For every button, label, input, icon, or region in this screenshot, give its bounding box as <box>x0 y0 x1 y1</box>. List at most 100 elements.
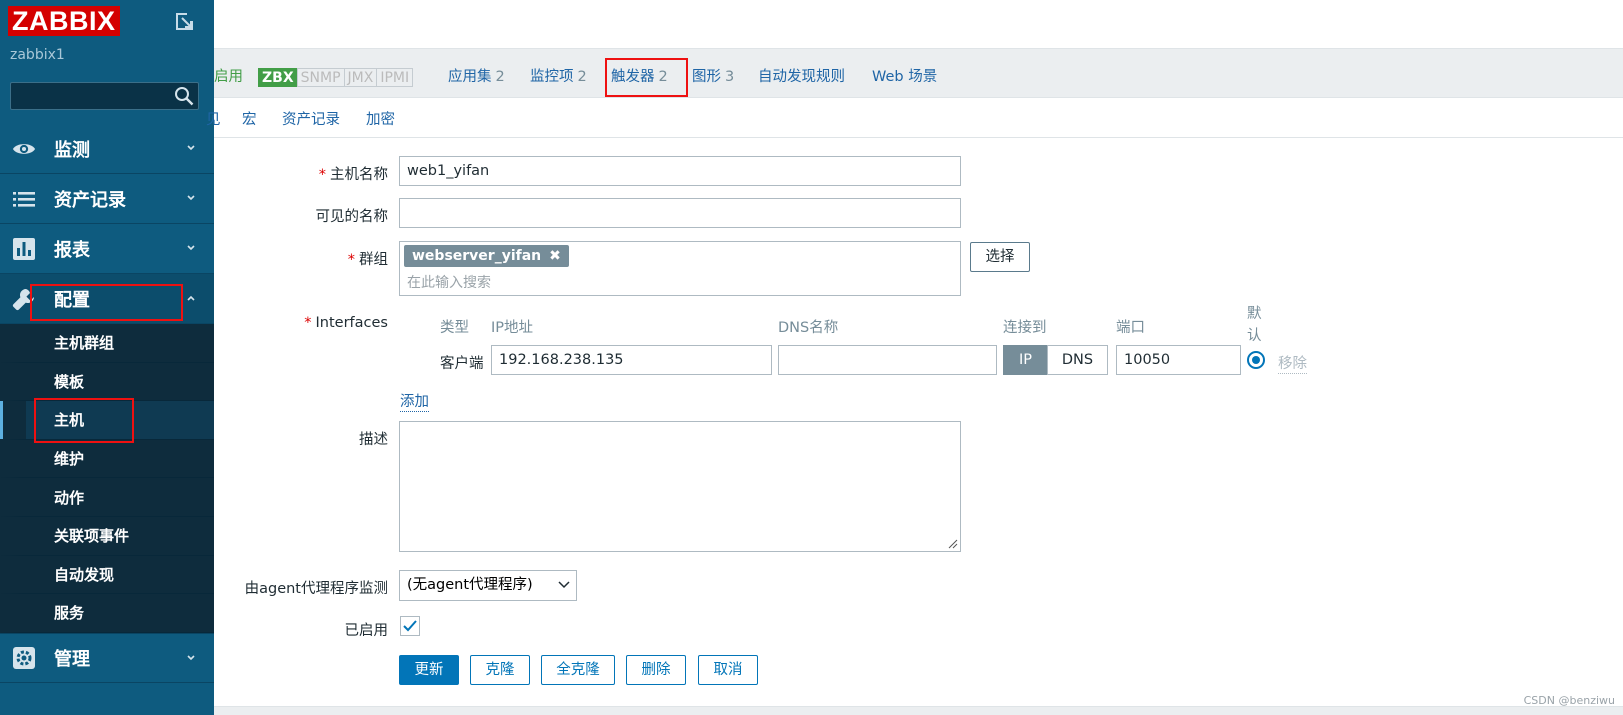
tab-graphs[interactable]: 图形 3 <box>692 65 734 86</box>
tab-count: 2 <box>577 69 587 85</box>
watermark: CSDN @benziwu <box>1523 694 1615 707</box>
menu-label: 监测 <box>54 139 90 161</box>
group-chip: webserver_yifan ✖ <box>404 245 569 267</box>
chevron-down-icon <box>558 581 570 589</box>
eye-icon <box>12 137 36 161</box>
default-interface-radio[interactable] <box>1247 351 1265 369</box>
enabled-label: 已启用 <box>344 623 389 639</box>
interface-port-input[interactable]: 10050 <box>1116 345 1241 375</box>
footer-strip <box>214 706 1623 715</box>
resize-handle-icon[interactable] <box>948 539 958 549</box>
menu-item-configuration[interactable]: 配置 <box>0 274 214 324</box>
host-subtabs-row: 见 宏 资产记录 加密 <box>206 98 1623 138</box>
interface-dns-input[interactable] <box>778 345 997 375</box>
tab-macros[interactable]: 宏 <box>242 108 257 129</box>
cancel-button[interactable]: 取消 <box>698 655 758 685</box>
availability-badges: ZBX SNMP JMX IPMI <box>258 68 414 87</box>
full-clone-button[interactable]: 全克隆 <box>541 655 615 685</box>
chevron-up-icon <box>187 295 195 301</box>
submenu-hosts[interactable]: 主机 <box>0 401 214 440</box>
checkmark-icon <box>403 620 417 632</box>
groups-search-placeholder[interactable]: 在此输入搜索 <box>407 272 491 292</box>
connect-dns-button[interactable]: DNS <box>1047 345 1108 375</box>
host-status-enabled: 启用 <box>214 69 243 85</box>
collapse-sidebar-icon[interactable] <box>175 12 193 30</box>
menu-item-administration[interactable]: 管理 <box>0 632 214 683</box>
submenu-services[interactable]: 服务 <box>0 594 214 633</box>
list-icon <box>12 187 36 211</box>
bar-chart-icon <box>12 237 36 261</box>
menu-item-monitoring[interactable]: 监测 <box>0 124 214 174</box>
description-label: 描述 <box>359 432 388 448</box>
remove-interface-link: 移除 <box>1278 352 1307 374</box>
tab-label: 监控项 <box>530 69 574 85</box>
remove-chip-icon[interactable]: ✖ <box>549 248 561 264</box>
zabbix-logo[interactable]: ZABBIX <box>8 6 120 36</box>
host-name-label: * 主机名称 <box>208 163 388 184</box>
enabled-checkbox[interactable] <box>400 616 420 636</box>
host-tabs-row: 启用 ZBX SNMP JMX IPMI 应用集 2 监控项 2 触发器 2 图形 3 … <box>214 48 1623 98</box>
required-marker: * <box>304 315 312 331</box>
tab-label: 应用集 <box>448 69 492 85</box>
sidebar-search-input[interactable] <box>10 82 199 110</box>
tab-discovery-rules[interactable]: 自动发现规则 <box>758 65 845 86</box>
col-header-connect: 连接到 <box>1003 320 1047 336</box>
tab-label: Web 场景 <box>872 69 938 85</box>
description-textarea[interactable] <box>399 421 961 552</box>
submenu-maintenance[interactable]: 维护 <box>0 439 214 479</box>
label-text: Interfaces <box>315 315 388 331</box>
menu-label: 报表 <box>54 239 90 261</box>
add-interface-link[interactable]: 添加 <box>400 390 429 412</box>
required-marker: * <box>347 252 355 268</box>
tab-encryption[interactable]: 加密 <box>366 108 395 129</box>
tab-count: 2 <box>495 69 505 85</box>
wrench-icon <box>12 287 36 311</box>
submenu-templates[interactable]: 模板 <box>0 362 214 402</box>
submenu-discovery[interactable]: 自动发现 <box>0 555 214 595</box>
availability-jmx: JMX <box>343 68 378 87</box>
menu-item-reports[interactable]: 报表 <box>0 224 214 274</box>
menu-item-inventory[interactable]: 资产记录 <box>0 174 214 224</box>
groups-multiselect[interactable]: webserver_yifan ✖ 在此输入搜索 <box>399 241 961 296</box>
connect-ip-button[interactable]: IP <box>1003 345 1048 375</box>
tab-label: 图形 <box>692 69 721 85</box>
visible-name-input[interactable] <box>399 198 961 228</box>
submenu-host-groups[interactable]: 主机群组 <box>0 324 214 363</box>
server-name: zabbix1 <box>10 47 65 63</box>
main-menu: 监测 资产记录 报表 配置 主机群组 模板 主机 维护 动作 关联项事件 自动发… <box>0 124 214 683</box>
tab-count: 3 <box>725 69 735 85</box>
col-header-dns: DNS名称 <box>778 320 839 336</box>
menu-label: 配置 <box>54 289 90 311</box>
col-header-ip: IP地址 <box>491 320 534 336</box>
groups-label: * 群组 <box>208 248 388 269</box>
delete-button[interactable]: 删除 <box>626 655 686 685</box>
proxy-select[interactable]: (无agent代理程序) <box>399 570 577 601</box>
submenu-event-correlation[interactable]: 关联项事件 <box>0 516 214 556</box>
interface-type: 客户端 <box>440 356 484 372</box>
tab-label: 触发器 <box>611 69 655 85</box>
menu-label: 管理 <box>54 648 90 670</box>
host-name-input[interactable]: web1_yifan <box>399 156 961 186</box>
tab-count: 2 <box>658 69 668 85</box>
tab-items[interactable]: 监控项 2 <box>530 65 587 86</box>
tab-partial-hidden[interactable]: 见 <box>206 108 221 129</box>
proxy-selected-value: (无agent代理程序) <box>407 577 533 593</box>
update-button[interactable]: 更新 <box>399 655 459 685</box>
menu-label: 资产记录 <box>54 189 126 211</box>
chevron-down-icon <box>187 245 195 251</box>
select-groups-button[interactable]: 选择 <box>970 242 1030 272</box>
tab-label: 自动发现规则 <box>758 69 845 85</box>
tab-web-scenarios[interactable]: Web 场景 <box>872 65 937 86</box>
tab-triggers[interactable]: 触发器 2 <box>611 65 668 86</box>
clone-button[interactable]: 克隆 <box>470 655 530 685</box>
tab-inventory[interactable]: 资产记录 <box>282 108 340 129</box>
header <box>214 0 1623 48</box>
search-icon[interactable] <box>174 86 194 106</box>
label-text: 主机名称 <box>330 167 388 183</box>
submenu-actions[interactable]: 动作 <box>0 478 214 517</box>
proxy-label: 由agent代理程序监测 <box>244 581 388 597</box>
gear-icon <box>12 646 36 670</box>
tab-applications[interactable]: 应用集 2 <box>448 65 505 86</box>
availability-zbx: ZBX <box>258 68 298 87</box>
interface-ip-input[interactable]: 192.168.238.135 <box>491 345 772 375</box>
